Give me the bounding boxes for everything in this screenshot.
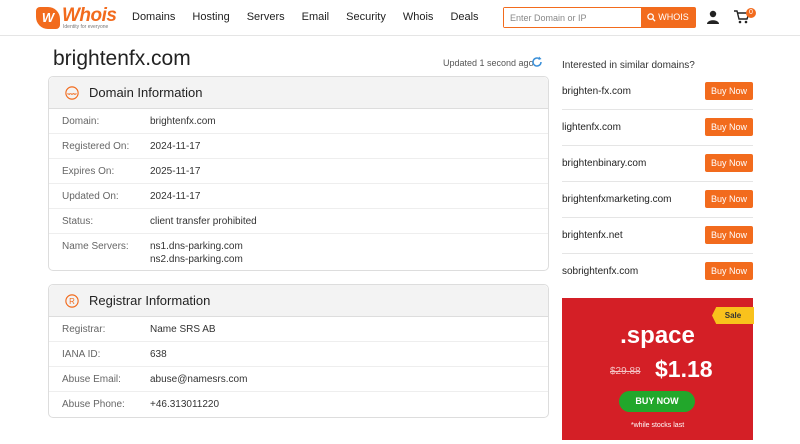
card-header: R Registrar Information — [49, 285, 548, 317]
row-value: 638 — [150, 349, 167, 360]
search-input[interactable] — [504, 8, 641, 27]
info-row: Abuse Phone: +46.313011220 — [49, 392, 548, 417]
similar-domain-item: brightenfxmarketing.com Buy Now — [562, 182, 753, 218]
cart-count-badge: 0 — [746, 8, 756, 18]
card-header: www Domain Information — [49, 77, 548, 109]
row-value: 2024-11-17 — [150, 191, 201, 202]
search-icon — [647, 13, 656, 22]
promo-stock-note: *while stocks last — [630, 422, 685, 429]
row-label: Abuse Email: — [62, 374, 121, 385]
row-label: Domain: — [62, 116, 100, 127]
card-title: Registrar Information — [89, 293, 211, 308]
row-value: 2025-11-17 — [150, 166, 201, 177]
row-value: ns1.dns-parking.com — [150, 241, 243, 252]
row-value: +46.313011220 — [150, 399, 220, 410]
row-value: 2024-11-17 — [150, 141, 201, 152]
row-label: Status: — [62, 216, 94, 227]
user-icon[interactable] — [706, 10, 720, 24]
buy-now-button[interactable]: Buy Now — [705, 82, 753, 100]
similar-domain-name: lightenfx.com — [562, 122, 621, 133]
row-label: Name Servers: — [62, 241, 129, 252]
domain-information-card: www Domain Information Domain: brightenf… — [48, 76, 549, 271]
similar-domain-item: brightenbinary.com Buy Now — [562, 146, 753, 182]
svg-text:www: www — [66, 91, 77, 96]
row-value: brightenfx.com — [150, 116, 216, 127]
updated-timestamp: Updated 1 second ago — [443, 58, 534, 68]
promo-new-price: $1.18 — [655, 356, 713, 382]
search-box: WHOIS — [503, 7, 696, 28]
whois-search-button[interactable]: WHOIS — [641, 8, 695, 27]
promo-buy-now-button[interactable]: BUY NOW — [619, 391, 695, 412]
registrar-information-card: R Registrar Information Registrar: Name … — [48, 284, 549, 418]
nav-deals[interactable]: Deals — [450, 11, 478, 23]
row-label: Registered On: — [62, 141, 130, 152]
www-icon: www — [65, 86, 79, 100]
registered-icon: R — [65, 294, 79, 308]
info-row: Registered On: 2024-11-17 — [49, 134, 548, 159]
nav-security[interactable]: Security — [346, 11, 386, 23]
buy-now-button[interactable]: Buy Now — [705, 118, 753, 136]
row-label: Abuse Phone: — [62, 399, 125, 410]
row-label: Registrar: — [62, 324, 106, 335]
similar-domain-item: sobrightenfx.com Buy Now — [562, 254, 753, 290]
info-row: Name Servers: ns1.dns-parking.com ns2.dn… — [49, 234, 548, 270]
similar-domains-title: Interested in similar domains? — [562, 60, 695, 71]
similar-domain-name: brighten-fx.com — [562, 86, 631, 97]
similar-domain-name: brightenfx.net — [562, 230, 623, 241]
row-value: client transfer prohibited — [150, 216, 257, 227]
row-value: Name SRS AB — [150, 324, 216, 335]
info-row: Domain: brightenfx.com — [49, 109, 548, 134]
row-label: Updated On: — [62, 191, 119, 202]
whois-logo[interactable]: W Whois Identity for everyone — [36, 5, 117, 31]
buy-now-button[interactable]: Buy Now — [705, 190, 753, 208]
svg-text:R: R — [69, 297, 75, 306]
nav-hosting[interactable]: Hosting — [192, 11, 229, 23]
nav-servers[interactable]: Servers — [247, 11, 285, 23]
row-label: Expires On: — [62, 166, 115, 177]
promo-old-price: $29.88 — [610, 366, 641, 377]
sale-badge: Sale — [712, 307, 754, 324]
top-header: W Whois Identity for everyone Domains Ho… — [0, 0, 800, 36]
similar-domain-item: brighten-fx.com Buy Now — [562, 74, 753, 110]
info-row: Registrar: Name SRS AB — [49, 317, 548, 342]
card-title: Domain Information — [89, 85, 203, 100]
buy-now-button[interactable]: Buy Now — [705, 262, 753, 280]
page-title: brightenfx.com — [53, 47, 191, 70]
promo-tld: .space — [620, 322, 695, 349]
buy-now-button[interactable]: Buy Now — [705, 154, 753, 172]
row-value-secondary: ns2.dns-parking.com — [150, 254, 243, 265]
similar-domain-name: sobrightenfx.com — [562, 266, 639, 277]
similar-domain-item: brightenfx.net Buy Now — [562, 218, 753, 254]
row-value: abuse@namesrs.com — [150, 374, 248, 385]
similar-domain-item: lightenfx.com Buy Now — [562, 110, 753, 146]
main-nav: Domains Hosting Servers Email Security W… — [132, 11, 496, 23]
logo-tagline: Identity for everyone — [63, 24, 109, 30]
info-row: Updated On: 2024-11-17 — [49, 184, 548, 209]
info-row: Status: client transfer prohibited — [49, 209, 548, 234]
info-row: Abuse Email: abuse@namesrs.com — [49, 367, 548, 392]
info-row: Expires On: 2025-11-17 — [49, 159, 548, 184]
nav-email[interactable]: Email — [302, 11, 330, 23]
logo-mark-icon: W — [36, 7, 60, 29]
search-button-label: WHOIS — [658, 12, 689, 22]
row-label: IANA ID: — [62, 349, 101, 360]
buy-now-button[interactable]: Buy Now — [705, 226, 753, 244]
similar-domain-name: brightenfxmarketing.com — [562, 194, 672, 205]
info-row: IANA ID: 638 — [49, 342, 548, 367]
refresh-icon[interactable] — [531, 56, 543, 68]
nav-domains[interactable]: Domains — [132, 11, 175, 23]
nav-whois[interactable]: Whois — [403, 11, 434, 23]
similar-domain-name: brightenbinary.com — [562, 158, 647, 169]
